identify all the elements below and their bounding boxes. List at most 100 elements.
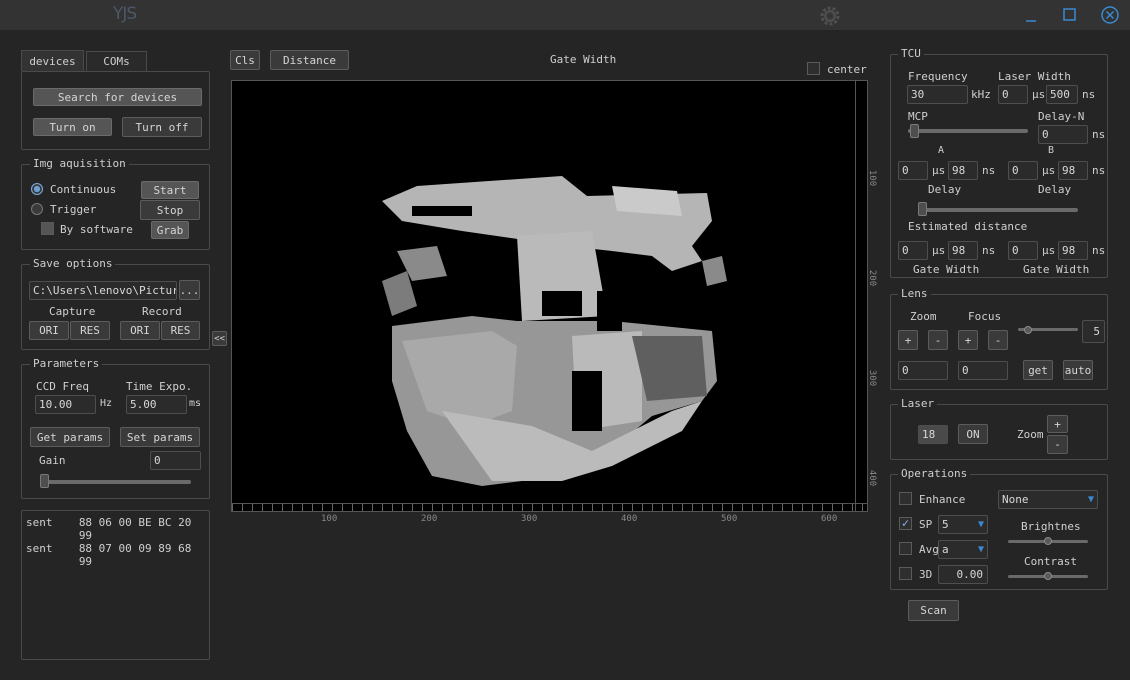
lens-auto-button[interactable]: auto [1063,360,1093,380]
delay-slider-handle[interactable] [918,202,927,216]
laser-value-field[interactable]: 18 [918,425,948,444]
avg-select[interactable]: a ▼ [938,540,988,559]
tab-coms[interactable]: COMs [86,51,147,71]
distance-button[interactable]: Distance [270,50,349,70]
record-res-button[interactable]: RES [161,321,200,340]
img-acquisition-title: Img aquisition [30,157,129,170]
lens-speed-handle[interactable] [1024,326,1032,334]
laser-title: Laser [898,397,938,410]
focus-label: Focus [968,310,1002,323]
turn-off-button[interactable]: Turn off [122,117,202,137]
browse-button[interactable]: ... [179,280,200,300]
by-software-label: By software [60,223,133,236]
3d-value-field[interactable]: 0.00 [938,565,988,584]
get-params-button[interactable]: Get params [30,427,110,447]
close-icon[interactable] [1099,4,1121,26]
x-tick-label: 400 [621,514,638,524]
y-tick-label: 100 [867,169,878,187]
title-bar [0,0,1130,30]
x-tick-label: 300 [521,514,538,524]
search-devices-button[interactable]: Search for devices [33,88,202,106]
parameters-title: Parameters [30,357,103,370]
laser-zoom-plus-button[interactable]: + [1047,415,1068,433]
mcp-slider-handle[interactable] [910,124,919,138]
stop-button[interactable]: Stop [140,200,200,220]
y-tick-label: 200 [867,269,878,287]
time-expo-field[interactable]: 5.00 [126,395,187,414]
a-ns-field[interactable]: 98 [948,161,978,180]
chevron-down-icon: ▼ [977,544,984,555]
zoom-minus-button[interactable]: - [928,330,948,350]
start-button[interactable]: Start [141,181,199,199]
tab-coms-label: COMs [103,55,130,68]
lens-speed-field[interactable]: 5 [1082,320,1105,343]
mcp-label: MCP [908,110,928,123]
log-bytes: 88 06 00 BE BC 20 99 [78,516,192,542]
sp-select[interactable]: 5 ▼ [938,515,988,534]
frequency-field[interactable]: 30 [907,85,968,104]
focus-value-field[interactable]: 0 [958,361,1008,380]
capture-res-button[interactable]: RES [70,321,110,340]
laser-on-button[interactable]: ON [958,424,988,444]
zoom-plus-button[interactable]: + [898,330,918,350]
3d-label: 3D [919,568,933,581]
gate-width-a-us-field[interactable]: 0 [898,241,928,260]
log-bytes: 88 07 00 09 89 68 99 [78,542,192,568]
delay-n-field[interactable]: 0 [1038,125,1088,144]
sp-checkbox[interactable]: ✓ [899,517,912,530]
focus-minus-button[interactable]: - [988,330,1008,350]
b-ns-field[interactable]: 98 [1058,161,1088,180]
brightness-label: Brightnes [1021,520,1081,533]
a-label: A [938,145,945,156]
trigger-radio[interactable] [31,203,43,215]
image-view[interactable] [231,80,868,512]
x-axis-ticks [232,503,867,511]
cls-button[interactable]: Cls [230,50,260,70]
gate-width-b-us-field[interactable]: 0 [1008,241,1038,260]
b-us-field[interactable]: 0 [1008,161,1038,180]
minimize-icon[interactable] [1020,5,1042,27]
capture-ori-button[interactable]: ORI [29,321,69,340]
lens-get-button[interactable]: get [1023,360,1053,380]
by-software-checkbox[interactable] [41,222,54,235]
turn-on-button[interactable]: Turn on [33,118,112,136]
3d-checkbox[interactable] [899,567,912,580]
lens-title: Lens [898,287,931,300]
contrast-slider-handle[interactable] [1044,572,1052,580]
continuous-radio[interactable] [31,183,43,195]
gate-width-a-us-unit: μs [932,244,946,257]
log-row: sent 88 07 00 09 89 68 99 [26,542,206,568]
brightness-slider-handle[interactable] [1044,537,1052,545]
laser-width-ns-field[interactable]: 500 [1046,85,1078,104]
collapse-button[interactable]: << [212,331,227,346]
laser-width-us-field[interactable]: 0 [998,85,1028,104]
time-expo-unit: ms [189,398,202,409]
zoom-value-field[interactable]: 0 [898,361,948,380]
set-params-button[interactable]: Set params [120,427,200,447]
avg-label: Avg [919,543,939,556]
center-checkbox[interactable] [807,62,820,75]
tab-devices[interactable]: devices [21,50,84,71]
gain-field[interactable]: 0 [150,451,201,470]
devices-panel [21,71,210,150]
gain-slider-handle[interactable] [40,474,49,488]
grab-button[interactable]: Grab [151,221,189,239]
avg-checkbox[interactable] [899,542,912,555]
enhance-checkbox[interactable] [899,492,912,505]
gate-width-b-ns-unit: ns [1092,244,1106,257]
settings-gear-icon[interactable] [819,5,841,27]
focus-plus-button[interactable]: + [958,330,978,350]
laser-zoom-minus-button[interactable]: - [1047,435,1068,454]
a-us-field[interactable]: 0 [898,161,928,180]
gate-width-b-ns-field[interactable]: 98 [1058,241,1088,260]
x-tick-label: 100 [321,514,338,524]
scan-button[interactable]: Scan [908,600,959,621]
enhance-mode-select[interactable]: None ▼ [998,490,1098,509]
b-us-unit: μs [1042,164,1056,177]
record-ori-button[interactable]: ORI [120,321,160,340]
save-path-field[interactable]: C:\Users\lenovo\Pictures [29,281,177,300]
tcu-title: TCU [898,47,924,60]
gate-width-a-ns-field[interactable]: 98 [948,241,978,260]
maximize-icon[interactable] [1059,4,1081,26]
ccd-freq-field[interactable]: 10.00 [35,395,96,414]
